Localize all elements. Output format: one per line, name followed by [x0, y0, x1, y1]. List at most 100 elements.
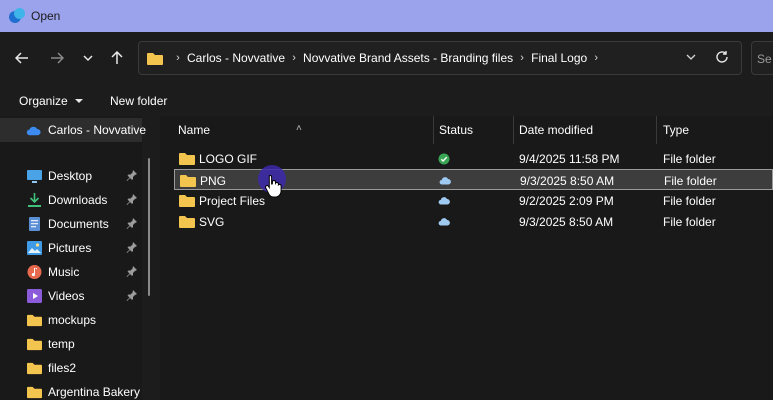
search-placeholder: Se	[757, 52, 772, 66]
file-date: 9/4/2025 11:58 PM	[519, 152, 620, 166]
file-date: 9/2/2025 2:09 PM	[519, 194, 614, 208]
pin-icon	[126, 170, 137, 181]
caret-down-icon	[75, 99, 84, 103]
folder-icon	[27, 362, 42, 375]
sidebar-item-argentina-bakery[interactable]: Argentina Bakery	[0, 380, 142, 400]
pin-icon	[126, 266, 137, 277]
back-button[interactable]	[10, 46, 34, 70]
sidebar-item-desktop[interactable]: Desktop	[0, 164, 142, 188]
file-type: File folder	[663, 194, 716, 208]
sidebar-scrollbar[interactable]	[148, 158, 150, 296]
download-icon	[28, 193, 41, 207]
arrow-up-icon	[111, 51, 123, 64]
navigation-pane: Carlos - Novvative Desktop Downloads Doc…	[0, 116, 146, 400]
column-header-type[interactable]: Type	[657, 116, 773, 144]
sidebar-item-downloads[interactable]: Downloads	[0, 188, 142, 212]
folder-icon	[180, 175, 196, 187]
chevron-down-icon	[83, 55, 93, 62]
cloud-icon	[439, 177, 451, 185]
sidebar-item-pictures[interactable]: Pictures	[0, 236, 142, 260]
window-title: Open	[31, 9, 61, 23]
breadcrumb: › Carlos - Novvative › Novvative Brand A…	[147, 42, 605, 74]
file-name: Project Files	[199, 194, 266, 208]
pin-icon	[126, 242, 137, 253]
breadcrumb-separator[interactable]: ›	[587, 52, 605, 64]
pictures-icon	[27, 241, 42, 255]
file-name: SVG	[199, 215, 225, 229]
new-folder-button[interactable]: New folder	[110, 94, 167, 108]
pin-icon	[126, 290, 137, 301]
folder-icon	[147, 52, 163, 65]
folder-icon	[179, 153, 195, 165]
column-header-name[interactable]: ˄ Name	[160, 116, 433, 144]
sidebar-item-videos[interactable]: Videos	[0, 284, 142, 308]
organize-button[interactable]: Organize	[19, 94, 84, 108]
arrow-left-icon	[15, 52, 28, 64]
cloud-icon	[438, 218, 450, 226]
file-type: File folder	[663, 215, 716, 229]
file-name: LOGO GIF	[199, 152, 258, 166]
sidebar-item-documents[interactable]: Documents	[0, 212, 142, 236]
file-type: File folder	[664, 174, 717, 188]
breadcrumb-item[interactable]: Carlos - Novvative	[187, 51, 285, 65]
sidebar-item-mockups[interactable]: mockups	[0, 308, 142, 332]
sidebar-item-label: Music	[48, 265, 80, 279]
file-row[interactable]: SVG 9/3/2025 8:50 AM File folder	[174, 211, 773, 232]
synced-check-icon	[438, 153, 450, 165]
app-icon	[9, 8, 25, 24]
breadcrumb-separator[interactable]: ›	[169, 52, 187, 64]
sidebar-item-label: Argentina Bakery	[48, 385, 141, 399]
folder-icon	[27, 386, 42, 399]
sidebar-item-label: temp	[48, 337, 75, 351]
desktop-icon	[27, 170, 42, 183]
column-label: Status	[439, 123, 474, 137]
file-date: 9/3/2025 8:50 AM	[520, 174, 615, 188]
file-list: ˄ Name Status Date modified Type LOGO GI…	[160, 116, 773, 400]
sidebar-item-label: mockups	[48, 313, 97, 327]
forward-button[interactable]	[45, 46, 69, 70]
folder-icon	[27, 338, 42, 351]
cloud-icon	[438, 197, 450, 205]
file-row[interactable]: LOGO GIF 9/4/2025 11:58 PM File folder	[174, 148, 773, 169]
column-label: Date modified	[519, 123, 594, 137]
address-bar[interactable]: › Carlos - Novvative › Novvative Brand A…	[138, 41, 742, 75]
pin-icon	[126, 194, 137, 205]
arrow-right-icon	[51, 52, 64, 64]
breadcrumb-separator[interactable]: ›	[513, 52, 531, 64]
breadcrumb-separator[interactable]: ›	[285, 52, 303, 64]
sidebar-item-label: Pictures	[48, 241, 92, 255]
sidebar-item-label: Downloads	[48, 193, 108, 207]
sort-ascending-icon: ˄	[296, 123, 302, 134]
refresh-icon	[716, 51, 728, 63]
breadcrumb-item[interactable]: Final Logo	[531, 51, 587, 65]
file-date: 9/3/2025 8:50 AM	[519, 215, 614, 229]
organize-label: Organize	[19, 94, 68, 108]
sidebar-item-label: Documents	[48, 217, 109, 231]
file-name: PNG	[200, 174, 227, 188]
sidebar-item-onedrive[interactable]: Carlos - Novvative	[0, 118, 146, 142]
search-input[interactable]: Se	[751, 41, 773, 75]
folder-icon	[179, 216, 195, 228]
column-header-date-modified[interactable]: Date modified	[514, 116, 656, 144]
sidebar-item-temp[interactable]: temp	[0, 332, 142, 356]
breadcrumb-item[interactable]: Novvative Brand Assets - Branding files	[303, 51, 513, 65]
up-button[interactable]	[105, 46, 129, 70]
music-icon	[27, 265, 42, 279]
file-type: File folder	[663, 152, 716, 166]
chevron-down-icon	[686, 54, 696, 60]
documents-icon	[29, 217, 40, 231]
pin-icon	[126, 218, 137, 229]
column-label: Name	[178, 123, 211, 137]
refresh-button[interactable]	[715, 50, 731, 66]
column-header-status[interactable]: Status	[434, 116, 513, 144]
sidebar-item-files2[interactable]: files2	[0, 356, 142, 380]
column-label: Type	[663, 123, 690, 137]
sidebar-item-label: Desktop	[48, 169, 93, 183]
folder-icon	[179, 195, 195, 207]
address-history-button[interactable]	[685, 51, 699, 65]
sidebar-item-music[interactable]: Music	[0, 260, 142, 284]
hand-pointer-icon	[265, 174, 282, 198]
command-bar: Organize New folder	[0, 86, 773, 116]
recent-locations-button[interactable]	[76, 46, 100, 70]
videos-icon	[27, 289, 42, 303]
